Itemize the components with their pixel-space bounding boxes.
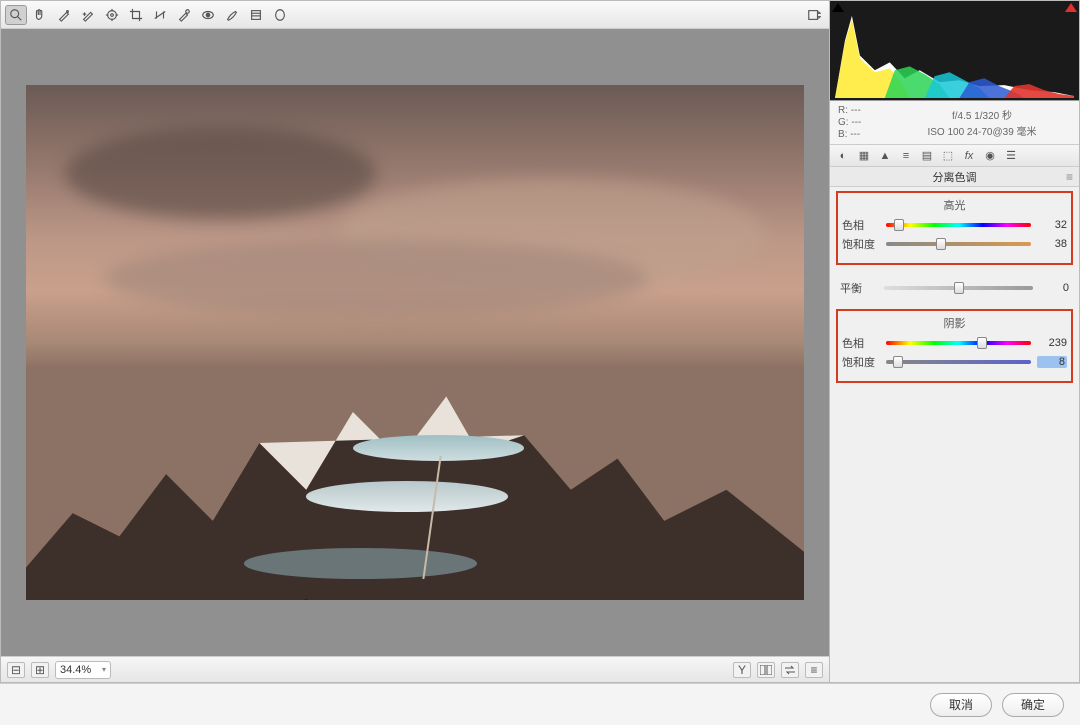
settings-button[interactable]: ≡	[805, 662, 823, 678]
shadows-hue-label: 色相	[842, 335, 880, 351]
zoom-out-button[interactable]: ⊟	[7, 662, 25, 678]
crop-tool-icon[interactable]	[125, 5, 147, 25]
hand-tool-icon[interactable]	[29, 5, 51, 25]
highlights-hue-value[interactable]: 32	[1037, 219, 1067, 231]
tab-detail-icon[interactable]: ▲	[876, 148, 894, 164]
status-bar: ⊟ ⊞ 34.4%▾ Y ≡	[1, 656, 829, 682]
color-sampler-tool-icon[interactable]	[77, 5, 99, 25]
adjustment-brush-tool-icon[interactable]	[221, 5, 243, 25]
tab-presets-icon[interactable]: ☰	[1002, 148, 1020, 164]
panel-title: 分离色调	[933, 169, 977, 185]
highlights-sat-value[interactable]: 38	[1037, 238, 1067, 250]
tab-camera-icon[interactable]: ◉	[981, 148, 999, 164]
exif-info: R: --- G: --- B: --- f/4.5 1/320 秒 ISO 1…	[830, 101, 1079, 145]
shadows-sat-value[interactable]: 8	[1037, 356, 1067, 368]
targeted-adjustment-tool-icon[interactable]	[101, 5, 123, 25]
exif-line2: ISO 100 24-70@39 毫米	[893, 123, 1071, 138]
balance-label: 平衡	[840, 280, 878, 296]
shadows-title: 阴影	[842, 315, 1067, 331]
shadows-group: 阴影 色相 239 饱和度 8	[836, 309, 1073, 383]
panel-title-bar: 分离色调 ≡	[830, 167, 1079, 187]
white-balance-tool-icon[interactable]	[53, 5, 75, 25]
shadows-hue-value[interactable]: 239	[1037, 337, 1067, 349]
footer: 取消 确定	[0, 683, 1080, 725]
top-toolbar	[1, 1, 829, 29]
panel-tabs: ◐ ▦ ▲ ≡ ▤ ⬚ fx ◉ ☰	[830, 145, 1079, 167]
open-preferences-icon[interactable]	[803, 5, 825, 25]
tab-hsl-icon[interactable]: ≡	[897, 148, 915, 164]
exif-line1: f/4.5 1/320 秒	[893, 107, 1071, 122]
zoom-tool-icon[interactable]	[5, 5, 27, 25]
image-canvas[interactable]	[1, 29, 829, 656]
photo-preview	[26, 85, 804, 599]
radial-filter-tool-icon[interactable]	[269, 5, 291, 25]
swap-button[interactable]	[781, 662, 799, 678]
highlights-hue-label: 色相	[842, 217, 880, 233]
panel-menu-icon[interactable]: ≡	[1066, 170, 1073, 184]
readout-g: G: ---	[838, 117, 893, 128]
tab-basic-icon[interactable]: ◐	[834, 148, 852, 164]
highlights-sat-slider[interactable]	[886, 237, 1031, 251]
zoom-level-dropdown[interactable]: 34.4%▾	[55, 661, 111, 679]
tab-fx-icon[interactable]: fx	[960, 148, 978, 164]
straighten-tool-icon[interactable]	[149, 5, 171, 25]
tab-lens-icon[interactable]: ⬚	[939, 148, 957, 164]
highlights-hue-slider[interactable]	[886, 218, 1031, 232]
zoom-in-button[interactable]: ⊞	[31, 662, 49, 678]
readout-r: R: ---	[838, 105, 893, 116]
spot-removal-tool-icon[interactable]	[173, 5, 195, 25]
balance-group: 平衡 0	[836, 273, 1073, 301]
ok-button[interactable]: 确定	[1002, 693, 1064, 717]
cancel-button[interactable]: 取消	[930, 693, 992, 717]
shadows-hue-slider[interactable]	[886, 336, 1031, 350]
tab-split-toning-icon[interactable]: ▤	[918, 148, 936, 164]
balance-value[interactable]: 0	[1039, 282, 1069, 294]
histogram[interactable]	[830, 1, 1079, 101]
highlights-group: 高光 色相 32 饱和度 38	[836, 191, 1073, 265]
balance-slider[interactable]	[884, 281, 1033, 295]
highlights-sat-label: 饱和度	[842, 236, 880, 252]
tab-curve-icon[interactable]: ▦	[855, 148, 873, 164]
readout-b: B: ---	[838, 129, 893, 140]
red-eye-tool-icon[interactable]	[197, 5, 219, 25]
shadows-sat-label: 饱和度	[842, 354, 880, 370]
highlights-title: 高光	[842, 197, 1067, 213]
shadows-sat-slider[interactable]	[886, 355, 1031, 369]
graduated-filter-tool-icon[interactable]	[245, 5, 267, 25]
before-after-button[interactable]	[757, 662, 775, 678]
toggle-y-button[interactable]: Y	[733, 662, 751, 678]
split-toning-panel: 高光 色相 32 饱和度 38 平衡 0 阴影 色相 239	[830, 187, 1079, 395]
